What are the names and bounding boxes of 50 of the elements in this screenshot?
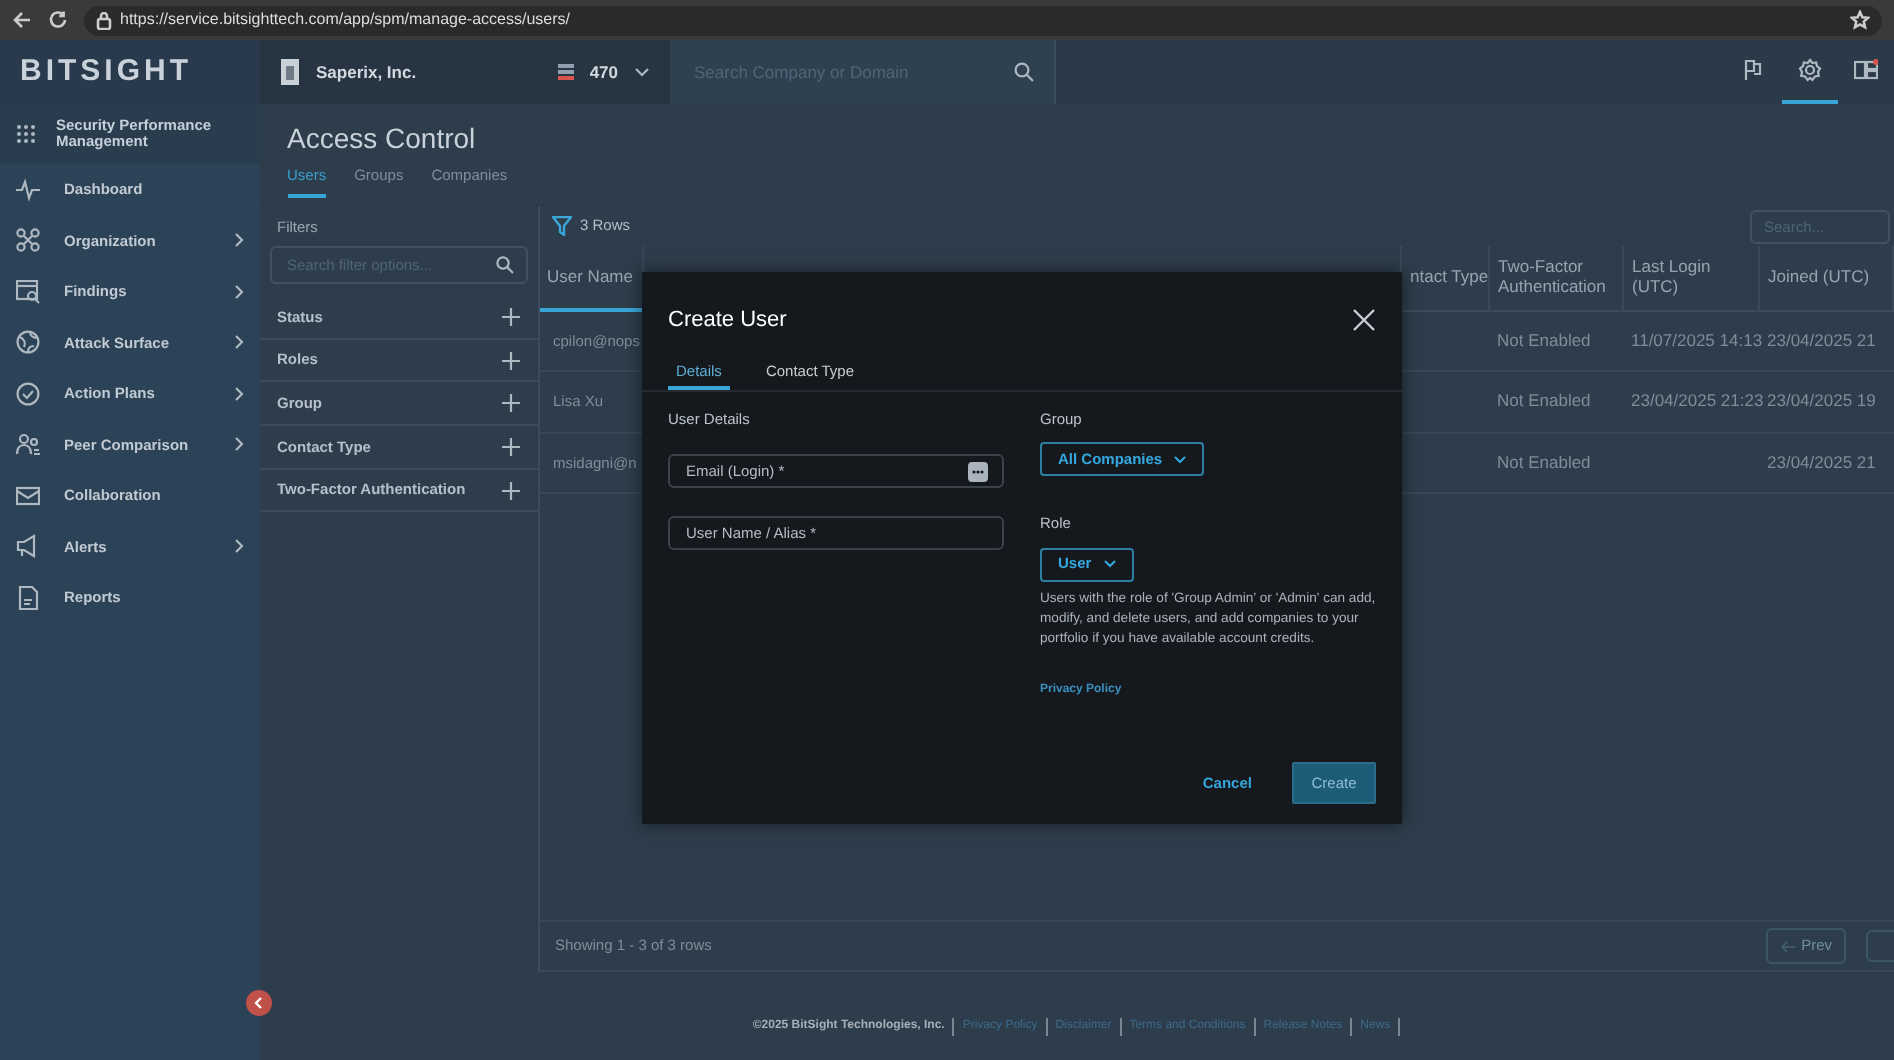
close-icon [1352, 307, 1376, 332]
chevron-down-icon [1103, 560, 1116, 568]
table-cell: Not Enabled [1497, 451, 1591, 472]
pulse-icon [16, 177, 40, 202]
collapse-button[interactable] [245, 990, 271, 1016]
rating-value: 470 [589, 59, 618, 85]
plus-icon [501, 307, 519, 326]
rating-icon [557, 64, 574, 80]
table-cell: 23/04/2025 21:23 [1631, 390, 1764, 411]
autofill-icon[interactable] [968, 462, 988, 483]
column-header[interactable]: Two-Factor Authentication [1498, 257, 1614, 298]
page-title: Access Control [287, 122, 476, 154]
plus-icon [501, 481, 519, 500]
building-icon [280, 58, 300, 86]
table-cell: 23/04/2025 21 [1767, 451, 1876, 472]
brand-logo[interactable]: BITSIGHT [20, 49, 192, 95]
check-circle-icon [16, 381, 40, 406]
megaphone-icon [16, 534, 40, 559]
company-name[interactable]: Saperix, Inc. [316, 59, 417, 85]
filter-icon[interactable] [551, 216, 571, 236]
plus-icon [501, 437, 519, 456]
arrow-left-icon [1780, 939, 1797, 953]
table-cell: Not Enabled [1497, 329, 1591, 350]
chevron-left-icon [252, 996, 264, 1010]
column-header[interactable]: Last Login (UTC) [1632, 257, 1750, 298]
site-info-icon[interactable] [96, 11, 112, 29]
globe-icon [16, 330, 40, 355]
mail-icon [16, 483, 40, 508]
search-icon [495, 256, 513, 274]
chevron-down-icon[interactable] [634, 66, 650, 78]
chevron-down-icon [1174, 455, 1187, 464]
plus-icon [501, 394, 519, 413]
close-button[interactable] [1350, 306, 1378, 334]
reload-icon[interactable] [48, 10, 68, 30]
app-grid-icon [16, 124, 36, 144]
back-icon[interactable] [12, 10, 32, 30]
report-icon [16, 585, 40, 610]
search-icon [1014, 62, 1034, 82]
people-icon [16, 432, 40, 457]
table-cell: 23/04/2025 21 [1767, 329, 1876, 350]
table-cell: 11/07/2025 14:13 [1631, 329, 1763, 350]
findings-icon [16, 279, 40, 304]
column-header[interactable]: User Name [547, 267, 634, 287]
modal-title: Create User [668, 305, 787, 336]
column-header[interactable]: Joined (UTC) [1768, 267, 1884, 288]
table-cell: 23/04/2025 19 [1767, 390, 1876, 411]
star-icon[interactable] [1850, 10, 1870, 30]
plus-icon [501, 351, 519, 370]
network-icon [16, 228, 40, 253]
table-cell: Not Enabled [1497, 390, 1591, 411]
